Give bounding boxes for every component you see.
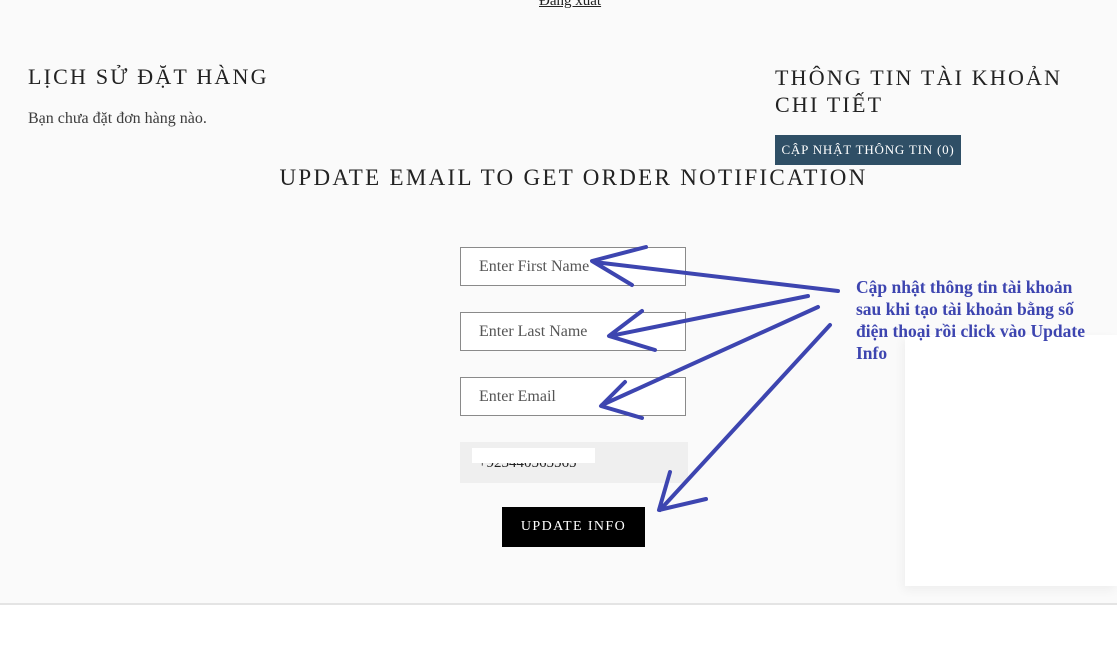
annotation-arrows: [590, 245, 840, 512]
arrow-to-update-info-icon: [657, 323, 832, 512]
footer: [0, 605, 1117, 669]
arrow-to-email-icon: [599, 305, 820, 420]
arrow-to-first-name-icon: [590, 245, 840, 293]
